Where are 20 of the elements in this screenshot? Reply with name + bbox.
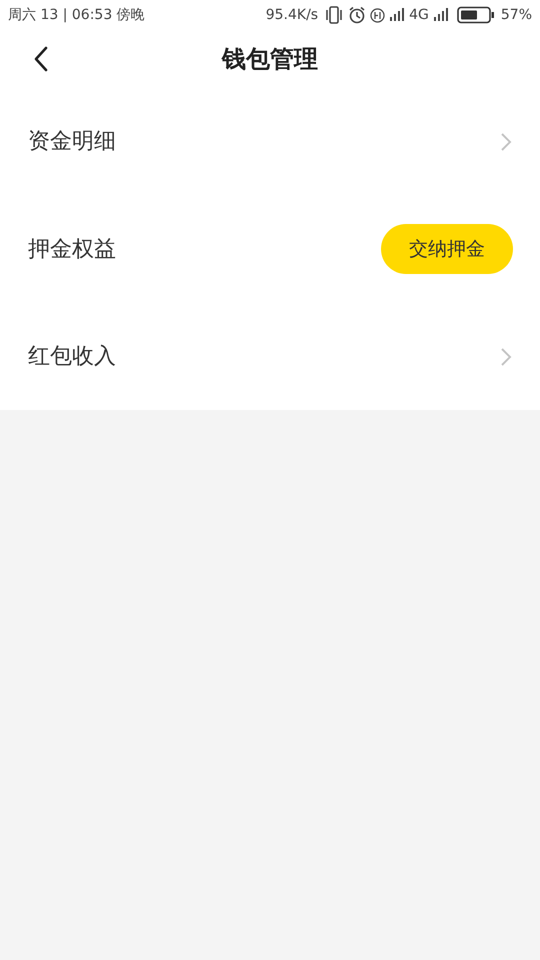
menu-row[interactable]: 红包收入 (0, 303, 540, 410)
chevron-right-icon (500, 346, 512, 366)
chevron-right-icon (500, 132, 512, 152)
hd-icon (370, 8, 386, 22)
menu-row[interactable]: 资金明细 (0, 88, 540, 195)
signal-icon (389, 8, 406, 22)
back-icon (33, 46, 49, 72)
row-label: 红包收入 (28, 343, 116, 371)
battery-icon (456, 6, 495, 24)
row-label: 资金明细 (28, 128, 116, 156)
row-label: 押金权益 (28, 236, 116, 264)
pay-deposit-button[interactable]: 交纳押金 (381, 224, 513, 274)
battery-percent: 57% (500, 6, 532, 24)
network-type: 4G (409, 6, 429, 24)
status-left: 周六 13 | 06:53 傍晚 (8, 6, 145, 24)
signal-icon (432, 8, 449, 22)
page-title: 钱包管理 (222, 44, 318, 75)
vibrate-icon (324, 6, 344, 24)
alarm-icon (348, 6, 366, 24)
network-speed: 95.4K/s (266, 6, 318, 24)
